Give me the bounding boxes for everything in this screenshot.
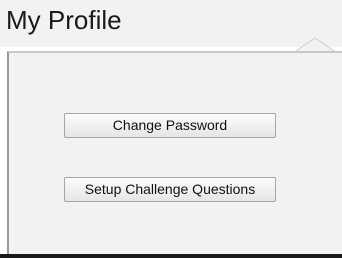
- header-bar: My Profile: [0, 0, 342, 53]
- setup-challenge-questions-button[interactable]: Setup Challenge Questions: [64, 177, 276, 202]
- change-password-button[interactable]: Change Password: [64, 113, 276, 138]
- page-title: My Profile: [6, 5, 122, 35]
- profile-actions-panel: Change Password Setup Challenge Question…: [7, 51, 342, 254]
- bottom-border: [0, 254, 342, 258]
- my-profile-page: My Profile Change Password Setup Challen…: [0, 0, 342, 258]
